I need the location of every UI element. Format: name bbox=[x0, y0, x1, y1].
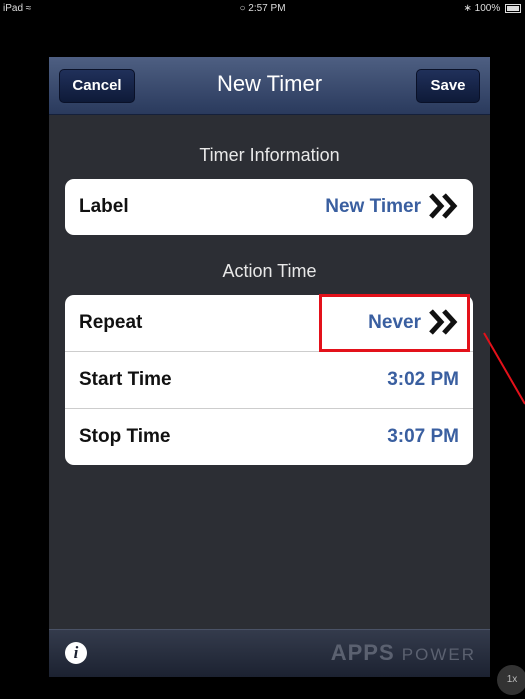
annotation-arrow bbox=[483, 332, 525, 405]
zoom-badge[interactable]: 1x bbox=[497, 665, 525, 695]
